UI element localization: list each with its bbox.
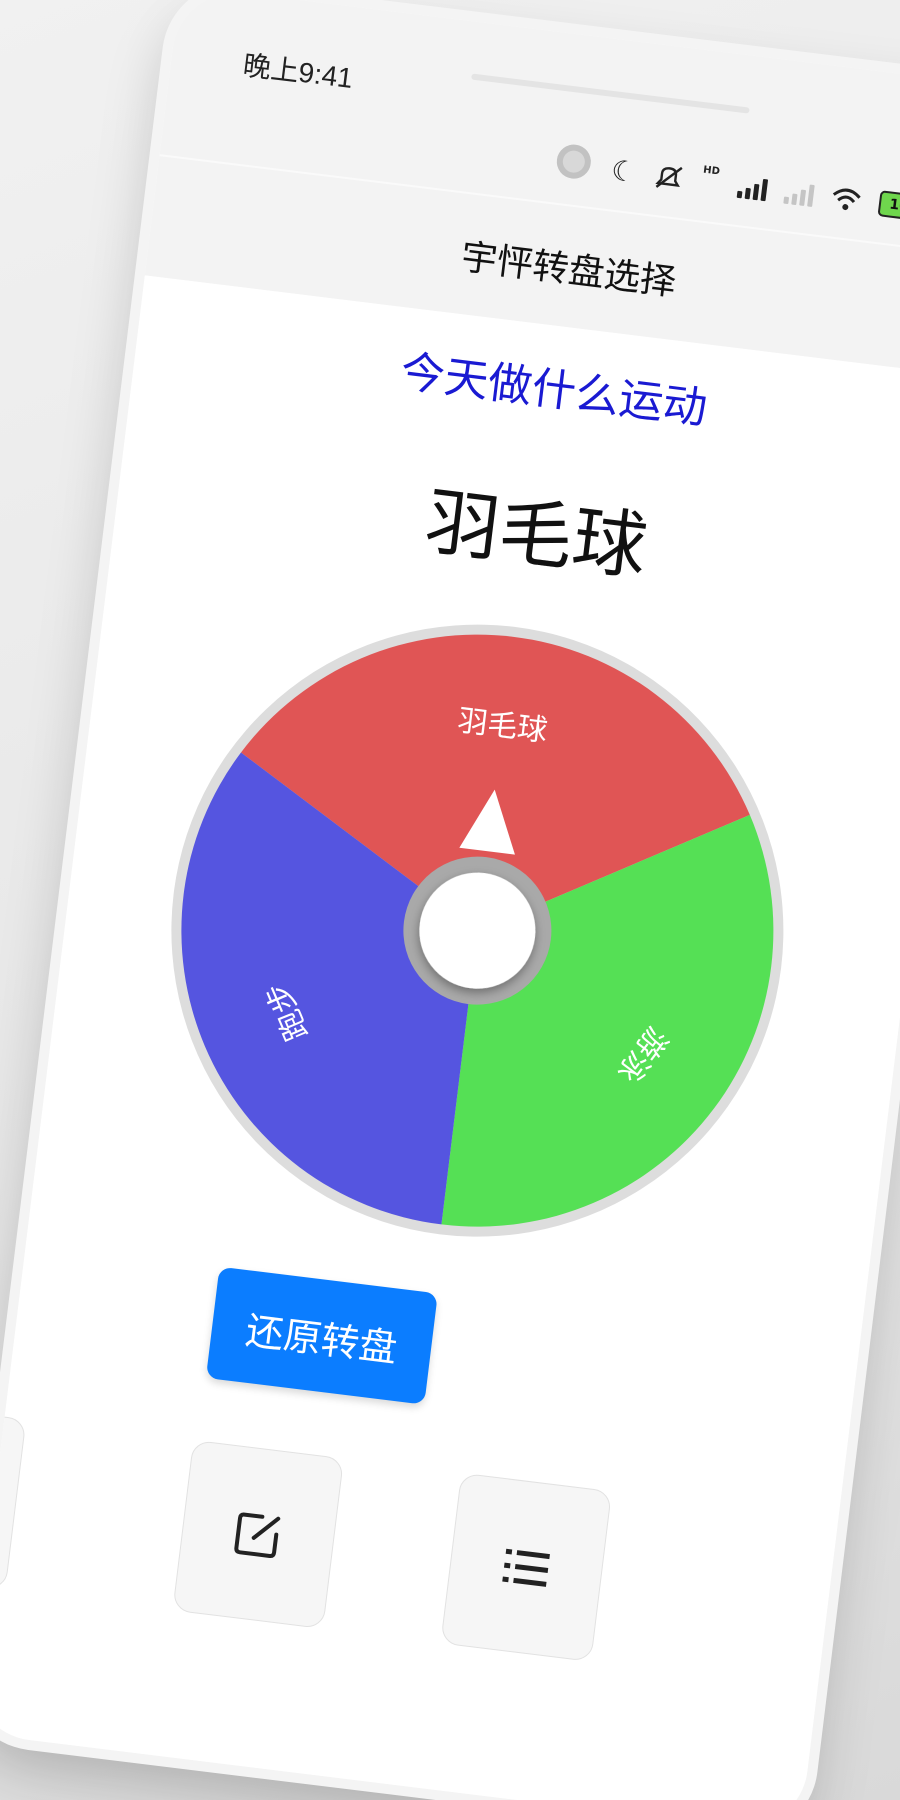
notch-line <box>471 73 750 114</box>
status-time: 晚上9:41 <box>241 49 355 94</box>
wifi-icon <box>833 188 861 210</box>
wheel-svg[interactable]: 羽毛球游泳跑步 <box>132 585 823 1276</box>
signal-weak-icon <box>783 179 815 207</box>
mute-icon <box>655 166 684 188</box>
moon-icon: ☾ <box>609 153 639 190</box>
reset-wheel-button[interactable]: 还原转盘 <box>205 1266 438 1405</box>
phone-frame: 晚上9:41 ☾ HD 100 宇怦转盘选择 今天做什么运动 羽毛球 羽毛球 游… <box>0 0 900 1800</box>
spin-wheel[interactable]: 羽毛球 游泳 跑步 <box>132 585 823 1276</box>
nav-button-partial[interactable] <box>0 1402 27 1591</box>
list-button[interactable] <box>440 1472 613 1662</box>
bottom-nav <box>0 1402 838 1738</box>
edit-button[interactable] <box>172 1439 345 1630</box>
list-icon <box>502 1548 550 1587</box>
app-title: 宇怦转盘选择 <box>458 236 679 304</box>
screenshot-scene: 晚上9:41 ☾ HD 100 宇怦转盘选择 今天做什么运动 羽毛球 羽毛球 游… <box>0 0 900 1800</box>
signal-icon <box>736 173 769 201</box>
main-content: 今天做什么运动 羽毛球 羽毛球 游泳 跑步 还原转盘 <box>0 275 900 1800</box>
hd-label: HD <box>702 164 721 178</box>
front-camera <box>554 142 593 181</box>
edit-icon <box>234 1512 281 1559</box>
battery-icon: 100 <box>877 189 900 222</box>
